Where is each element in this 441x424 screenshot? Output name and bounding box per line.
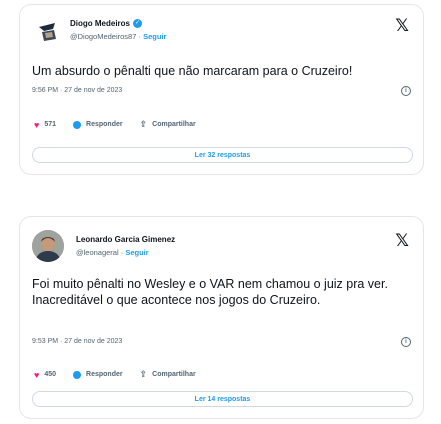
share-button[interactable]: ⇪ Compartilhar [140,119,196,130]
share-label: Compartilhar [152,371,196,378]
author-name[interactable]: Leonardo Garcia Gimenez [76,235,175,244]
like-count: 450 [44,371,57,378]
x-logo-icon[interactable]: 𝕏 [395,16,409,36]
tweet-text: Foi muito pênalti no Wesley e o VAR nem … [32,277,388,307]
follow-button[interactable]: Seguir [125,248,148,257]
reply-button[interactable]: Responder [73,120,123,129]
share-button[interactable]: ⇪ Compartilhar [140,369,196,380]
reply-label: Responder [86,121,123,128]
tweet-actions: ♥ 571 Responder ⇪ Compartilhar [34,119,213,130]
like-button[interactable]: ♥ 450 [34,370,56,380]
tweet-timestamp[interactable]: 9:53 PM · 27 de nov de 2023 [32,338,122,345]
avatar[interactable] [32,230,64,262]
avatar[interactable] [35,19,61,45]
info-icon[interactable]: i [401,337,411,347]
read-replies-button[interactable]: Ler 32 respostas [32,147,413,163]
share-icon: ⇪ [139,119,148,129]
tweet-actions: ♥ 450 Responder ⇪ Compartilhar [34,369,213,380]
author-handle[interactable]: @DiogoMedeiros87 [70,32,136,41]
reply-bubble-icon [73,370,82,379]
follow-button[interactable]: Seguir [143,32,166,41]
author-handle[interactable]: @leonageral [76,248,119,257]
reply-bubble-icon [73,120,82,129]
info-icon[interactable]: i [401,86,411,96]
tweet-text: Um absurdo o pênalti que não marcaram pa… [32,64,353,78]
like-count: 571 [44,121,57,128]
heart-icon: ♥ [34,369,40,380]
reply-button[interactable]: Responder [73,370,123,379]
like-button[interactable]: ♥ 571 [34,120,56,130]
tweet-card[interactable]: Leonardo Garcia Gimenez @leonageral · Se… [19,216,424,419]
x-logo-icon[interactable]: 𝕏 [395,231,409,251]
verified-badge-icon: ✓ [133,19,143,28]
tweet-card[interactable]: Diogo Medeiros ✓ @DiogoMedeiros87 · Segu… [19,4,424,175]
read-replies-button[interactable]: Ler 14 respostas [32,391,413,407]
heart-icon: ♥ [34,119,40,130]
tweet-timestamp[interactable]: 9:56 PM · 27 de nov de 2023 [32,87,122,94]
share-icon: ⇪ [139,369,148,379]
share-label: Compartilhar [152,121,196,128]
reply-label: Responder [86,371,123,378]
author-name[interactable]: Diogo Medeiros [70,19,130,28]
